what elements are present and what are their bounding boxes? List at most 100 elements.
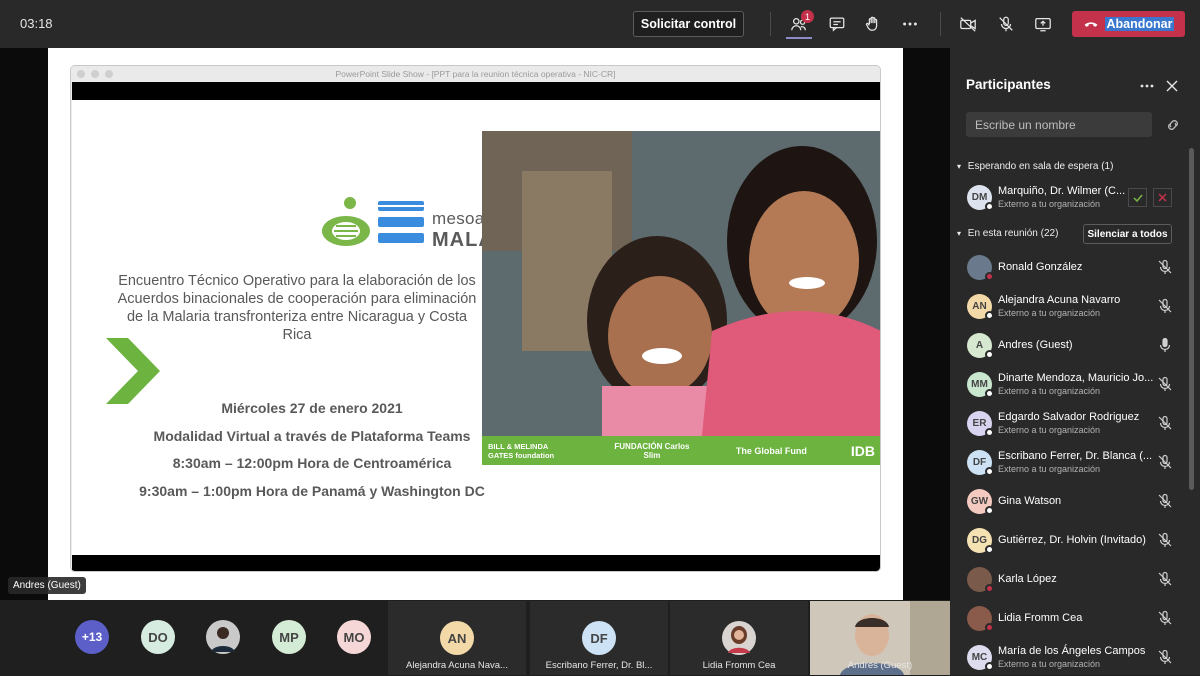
deny-button[interactable] xyxy=(1153,188,1172,207)
participant-row[interactable]: Lidia Fromm Cea xyxy=(967,601,1187,637)
participant-row[interactable]: ER Edgardo Salvador Rodriguez Externo a tu… xyxy=(967,406,1187,442)
meeting-section-header[interactable]: ▾ En esta reunión (22) xyxy=(957,228,1058,239)
person-org: Externo a tu organización xyxy=(998,199,1101,209)
participant-row[interactable]: Ronald González xyxy=(967,250,1187,286)
mic-muted-icon[interactable] xyxy=(1157,571,1173,587)
avatar: DF xyxy=(967,450,994,476)
tile-avatar: DF xyxy=(582,621,616,655)
video-tile-andres[interactable]: Andres (Guest) xyxy=(810,601,950,675)
children-photo xyxy=(482,131,880,436)
person-name: Andres (Guest) xyxy=(998,339,1073,351)
lobby-section-header[interactable]: ▾ Esperando en sala de espera (1) xyxy=(957,161,1113,172)
participant-avatar-do[interactable]: DO xyxy=(141,620,175,654)
status-icon xyxy=(985,623,994,632)
chat-icon[interactable] xyxy=(825,12,849,36)
participant-avatar-mo[interactable]: MO xyxy=(337,620,371,654)
participant-row[interactable]: MM Dinarte Mendoza, Mauricio Jo... Externo… xyxy=(967,367,1187,403)
mic-muted-icon[interactable] xyxy=(1157,454,1173,470)
meeting-toolbar: 03:18 Solicitar control 1 Abandonar xyxy=(0,0,1200,48)
person-name: Escribano Ferrer, Dr. Blanca (... xyxy=(998,450,1153,462)
mic-muted-icon[interactable] xyxy=(1157,376,1173,392)
person-org: Externo a tu organización xyxy=(998,425,1101,435)
lobby-person[interactable]: DM Marquiño, Dr. Wilmer (C... Externo a … xyxy=(967,180,1187,216)
avatar: DG xyxy=(967,528,994,554)
meeting-timer: 03:18 xyxy=(20,16,53,31)
panel-scrollbar[interactable] xyxy=(1189,148,1194,490)
sponsor-gates: BILL & MELINDA GATES foundation xyxy=(488,441,555,460)
avatar: GW xyxy=(967,489,994,515)
participant-search-input[interactable]: Escribe un nombre xyxy=(966,112,1152,137)
meeting-header-label: En esta reunión (22) xyxy=(967,228,1059,239)
participants-badge: 1 xyxy=(801,10,814,23)
sponsor-idb: IDB xyxy=(850,442,875,459)
mic-muted-icon[interactable] xyxy=(1157,415,1173,431)
lobby-header-label: Esperando en sala de espera (1) xyxy=(967,161,1114,172)
participant-row[interactable]: GW Gina Watson xyxy=(967,484,1187,520)
request-control-button[interactable]: Solicitar control xyxy=(633,11,744,37)
mic-muted-icon[interactable] xyxy=(1157,649,1173,665)
letterbox-bottom xyxy=(72,555,880,571)
slide-modality: Modalidad Virtual a través de Plataforma… xyxy=(153,428,471,444)
panel-title: Participantes xyxy=(966,77,1051,92)
more-icon[interactable] xyxy=(1140,79,1154,93)
participant-row[interactable]: A Andres (Guest) xyxy=(967,328,1187,364)
participant-row[interactable]: DG Gutiérrez, Dr. Holvin (Invitado) xyxy=(967,523,1187,559)
participants-icon[interactable]: 1 xyxy=(787,10,814,36)
status-icon xyxy=(985,584,994,593)
participant-row[interactable]: Karla López xyxy=(967,562,1187,598)
mic-muted-icon[interactable] xyxy=(1157,493,1173,509)
admit-button[interactable] xyxy=(1128,188,1147,207)
share-link-icon[interactable] xyxy=(1165,118,1181,132)
mic-muted-icon[interactable] xyxy=(1157,259,1173,275)
letterbox-top xyxy=(72,82,880,100)
raise-hand-icon[interactable] xyxy=(861,12,885,36)
participant-row[interactable]: AN Alejandra Acuna Navarro Externo a tu or… xyxy=(967,289,1187,325)
video-tile-alejandra[interactable]: AN Alejandra Acuna Nava... xyxy=(388,601,526,675)
participant-avatar-mp[interactable]: MP xyxy=(272,620,306,654)
mute-all-button[interactable]: Silenciar a todos xyxy=(1083,224,1172,244)
close-icon[interactable] xyxy=(1166,80,1178,92)
person-name: Dinarte Mendoza, Mauricio Jo... xyxy=(998,372,1154,384)
share-screen-icon[interactable] xyxy=(1031,12,1055,36)
status-icon xyxy=(985,311,994,320)
check-icon xyxy=(1132,194,1143,202)
participants-panel: Participantes Escribe un nombre ▾ Espera… xyxy=(950,48,1200,675)
participant-avatar-photo[interactable] xyxy=(206,620,240,654)
more-options-icon[interactable] xyxy=(898,12,922,36)
mic-off-icon[interactable] xyxy=(994,12,1018,36)
powerpoint-titlebar: PowerPoint Slide Show - [PPT para la reu… xyxy=(71,66,880,82)
person-name: Edgardo Salvador Rodriguez xyxy=(998,411,1140,423)
person-name: Marquiño, Dr. Wilmer (C... xyxy=(998,185,1126,197)
camera-off-icon[interactable] xyxy=(956,12,980,36)
person-name: Karla López xyxy=(998,573,1057,585)
participant-row[interactable]: MC María de los Ángeles Campos Externo a t… xyxy=(967,640,1187,676)
mic-muted-icon[interactable] xyxy=(1157,532,1173,548)
status-icon xyxy=(985,662,994,671)
leave-button[interactable]: Abandonar xyxy=(1072,11,1185,37)
person-photo-icon xyxy=(206,620,240,654)
person-org: Externo a tu organización xyxy=(998,659,1101,669)
participant-row[interactable]: DF Escribano Ferrer, Dr. Blanca (... Exter… xyxy=(967,445,1187,481)
avatar xyxy=(967,567,994,593)
video-tile-escribano[interactable]: DF Escribano Ferrer, Dr. Bl... xyxy=(530,601,668,675)
slide-title: Encuentro Técnico Operativo para la elab… xyxy=(117,273,477,343)
avatar: ER xyxy=(967,411,994,437)
person-org: Externo a tu organización xyxy=(998,308,1101,318)
avatar: AN xyxy=(967,294,994,320)
avatar xyxy=(967,255,994,281)
active-tab-indicator xyxy=(786,37,812,39)
chevron-down-icon: ▾ xyxy=(957,162,962,171)
status-icon xyxy=(985,272,994,281)
tile-avatar: AN xyxy=(440,621,474,655)
mic-muted-icon[interactable] xyxy=(1157,298,1173,314)
video-tile-lidia[interactable]: Lidia Fromm Cea xyxy=(670,601,808,675)
person-name: Ronald González xyxy=(998,261,1083,273)
slide-time-central-america: 8:30am – 12:00pm Hora de Centroamérica xyxy=(172,455,452,471)
more-participants-button[interactable]: +13 xyxy=(75,620,109,654)
slide: mesoamerica MALARIA Encuentro Técnico Op… xyxy=(72,100,880,555)
mic-muted-icon[interactable] xyxy=(1157,610,1173,626)
person-name: Alejandra Acuna Navarro xyxy=(998,294,1121,306)
powerpoint-title: PowerPoint Slide Show - [PPT para la reu… xyxy=(335,69,616,79)
person-name: Gutiérrez, Dr. Holvin (Invitado) xyxy=(998,534,1146,546)
mic-icon[interactable] xyxy=(1157,337,1173,353)
